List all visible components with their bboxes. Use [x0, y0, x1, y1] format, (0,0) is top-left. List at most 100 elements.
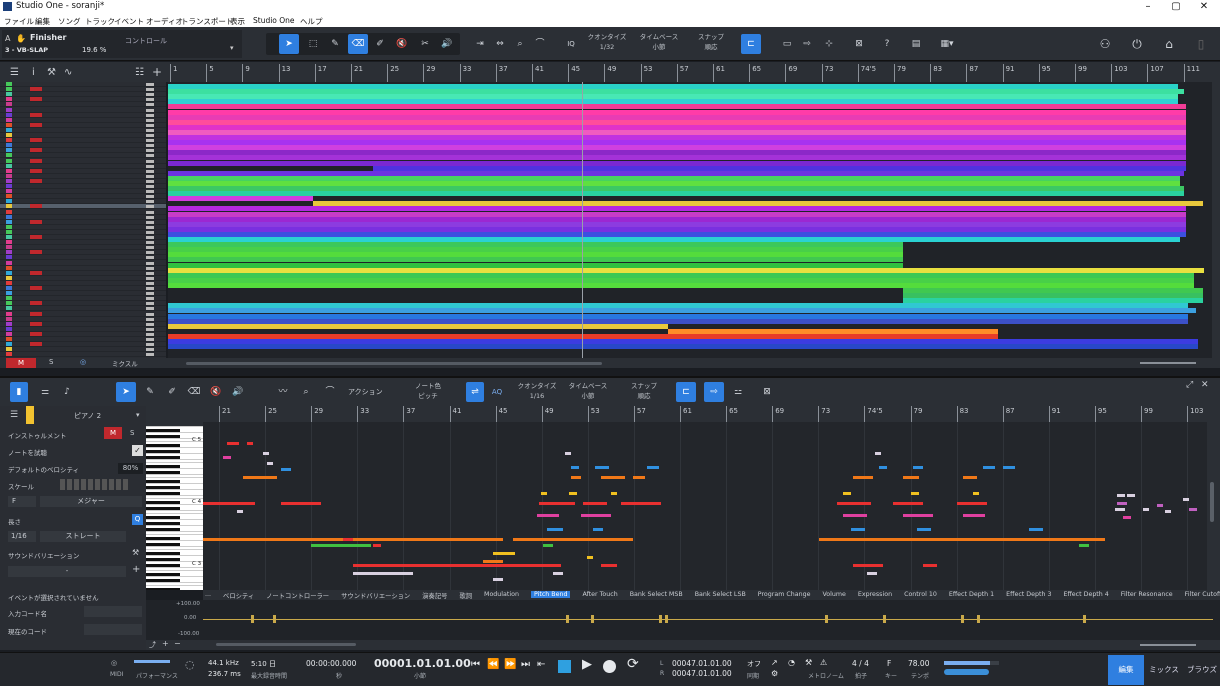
- midi-note[interactable]: [565, 452, 571, 455]
- editor-hscroll[interactable]: [216, 643, 356, 646]
- action-menu[interactable]: アクション: [348, 387, 383, 397]
- help-button[interactable]: ?: [877, 34, 897, 54]
- note-color-select[interactable]: ピッチ: [404, 392, 452, 401]
- midi-note[interactable]: [553, 572, 563, 575]
- mixer-label[interactable]: ミクスル: [112, 358, 138, 368]
- scale-key-select[interactable]: F: [8, 496, 36, 507]
- midi-note[interactable]: [621, 502, 661, 505]
- cursor-follow-icon[interactable]: ⊹: [819, 34, 839, 54]
- midi-note[interactable]: [963, 476, 977, 479]
- white-key[interactable]: [146, 489, 203, 490]
- midi-note[interactable]: [923, 564, 937, 567]
- lane-tab[interactable]: Expression: [858, 591, 892, 598]
- editor-eraser-icon[interactable]: ⌫: [184, 382, 204, 402]
- midi-note[interactable]: [837, 502, 871, 505]
- add-variation-icon[interactable]: +: [132, 564, 140, 575]
- punch-icon[interactable]: ↗: [771, 658, 778, 667]
- editor-follow-icon[interactable]: ⇨: [704, 382, 724, 402]
- midi-note[interactable]: [963, 514, 985, 517]
- editor-options-icon[interactable]: ⚍: [728, 382, 748, 402]
- track-mute-indicator[interactable]: [30, 301, 42, 306]
- midi-note[interactable]: [843, 514, 867, 517]
- editor-crossfade-icon[interactable]: ⊠: [757, 382, 777, 402]
- menu-edit[interactable]: 編集: [35, 16, 50, 27]
- wrench-icon[interactable]: ⚒: [47, 67, 56, 78]
- midi-note[interactable]: [373, 544, 381, 547]
- midi-note[interactable]: [893, 502, 923, 505]
- go-end-icon[interactable]: ⇤: [537, 659, 545, 670]
- editor-solo-button[interactable]: S: [130, 429, 134, 437]
- bend-point[interactable]: [825, 615, 828, 623]
- arrange-clip[interactable]: [168, 344, 1198, 350]
- track-mute-indicator[interactable]: [30, 178, 42, 183]
- lane-tab[interactable]: ...: [205, 591, 211, 598]
- mix-view-button[interactable]: ミックス: [1146, 655, 1182, 685]
- white-key[interactable]: [146, 474, 203, 475]
- midi-note[interactable]: [581, 514, 611, 517]
- controller-lane[interactable]: +100.00 0.00 -100.00: [146, 600, 1220, 640]
- return-zero-icon[interactable]: ⏮: [471, 659, 480, 670]
- editor-timebase-select[interactable]: 小節: [564, 392, 612, 401]
- gear-icon[interactable]: ⚙: [771, 669, 778, 678]
- stretch-icon[interactable]: ⇔: [490, 34, 510, 54]
- tool-icon[interactable]: ⚒: [132, 548, 139, 557]
- position-display[interactable]: 00001.01.01.00: [374, 657, 471, 670]
- video-icon[interactable]: ▤: [906, 34, 926, 54]
- white-key[interactable]: [146, 570, 203, 571]
- track-mute-indicator[interactable]: [30, 342, 42, 347]
- editor-mix-icon[interactable]: ⚌: [36, 382, 54, 402]
- midi-note[interactable]: [237, 510, 243, 513]
- loop-start[interactable]: 00047.01.01.00: [672, 659, 732, 668]
- midi-note[interactable]: [957, 502, 987, 505]
- snap-select[interactable]: 順応: [688, 43, 734, 52]
- midi-note[interactable]: [541, 564, 561, 567]
- white-key[interactable]: [146, 555, 203, 556]
- editor-vscroll-thumb[interactable]: [1210, 482, 1214, 522]
- white-key[interactable]: [146, 453, 203, 454]
- midi-note[interactable]: [601, 476, 625, 479]
- white-key[interactable]: [146, 582, 203, 583]
- editor-mute-icon[interactable]: 🔇: [206, 382, 226, 402]
- loop-end[interactable]: 00047.01.01.00: [672, 669, 732, 678]
- minimize-button[interactable]: –: [1134, 0, 1162, 14]
- midi-note[interactable]: [353, 572, 413, 575]
- precount-icon[interactable]: ⚒: [805, 658, 812, 667]
- white-key[interactable]: [146, 519, 203, 520]
- midi-note[interactable]: [227, 442, 239, 445]
- midi-note[interactable]: [571, 476, 581, 479]
- pitch-bend-points[interactable]: [203, 600, 1213, 640]
- midi-note[interactable]: [1157, 504, 1163, 507]
- editor-track-name[interactable]: ピアノ 2: [74, 411, 101, 421]
- automation-icon[interactable]: ⌒: [530, 34, 550, 54]
- white-key[interactable]: [146, 585, 203, 586]
- list-icon[interactable]: ☰: [10, 410, 18, 420]
- playhead[interactable]: [582, 82, 583, 358]
- track-mute-indicator[interactable]: [30, 311, 42, 316]
- midi-note[interactable]: [1115, 508, 1125, 511]
- editor-quantize-select[interactable]: 1/16: [512, 392, 562, 401]
- white-key[interactable]: [146, 510, 203, 511]
- time-seconds[interactable]: 00:00:00.000: [306, 659, 356, 668]
- monitor-icon[interactable]: ◎: [80, 358, 86, 366]
- menu-view[interactable]: 表示: [230, 16, 245, 27]
- arranger-vscroll[interactable]: [1212, 82, 1220, 358]
- arranger-zoom-slider[interactable]: [1140, 362, 1196, 364]
- midi-note[interactable]: [1165, 510, 1171, 513]
- track-mute-indicator[interactable]: [30, 112, 42, 117]
- white-key[interactable]: [146, 549, 203, 550]
- page-icon[interactable]: ▯: [1190, 34, 1212, 54]
- mute-all-button[interactable]: M: [6, 358, 36, 368]
- editor-snap-select[interactable]: 順応: [620, 392, 668, 401]
- audition-checkbox[interactable]: ✓: [132, 445, 143, 456]
- midi-note[interactable]: [911, 492, 919, 495]
- midi-note[interactable]: [903, 476, 919, 479]
- midi-note[interactable]: [267, 462, 273, 465]
- edit-view-button[interactable]: 編集: [1108, 655, 1144, 685]
- lane-tab[interactable]: Control 10: [904, 591, 937, 598]
- track-mute-indicator[interactable]: [30, 250, 42, 255]
- arrangement-area[interactable]: [168, 82, 1212, 358]
- white-key[interactable]: [146, 534, 203, 535]
- midi-note[interactable]: [569, 492, 577, 495]
- midi-note[interactable]: [571, 466, 579, 469]
- lane-tab[interactable]: Modulation: [484, 591, 519, 598]
